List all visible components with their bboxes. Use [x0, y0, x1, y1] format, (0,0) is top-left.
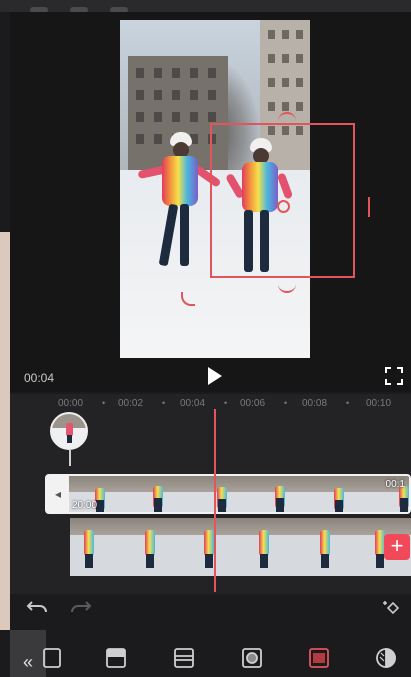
keyframe-stem [69, 450, 71, 466]
keyframe-thumbnail-image [52, 414, 86, 448]
ruler-tick-0: 00:00 [58, 398, 84, 409]
keyframe-thumbnail[interactable] [50, 412, 88, 450]
mask-width-handle[interactable] [368, 197, 370, 217]
track-duration: 00:1 [385, 479, 405, 490]
mask-center-handle[interactable] [277, 200, 290, 213]
play-icon [208, 367, 222, 385]
mask-top-icon [106, 648, 126, 668]
playhead[interactable] [214, 409, 216, 592]
play-button[interactable] [206, 366, 224, 386]
mask-circle-icon [242, 648, 262, 668]
main-video-track[interactable]: ◂ 20:00 00:1 [45, 474, 411, 514]
add-clip-button[interactable]: + [384, 534, 410, 560]
ruler-dot: • [224, 398, 228, 408]
mask-band-icon [174, 648, 194, 668]
mask-top-button[interactable] [104, 646, 128, 670]
fullscreen-button[interactable] [385, 367, 403, 385]
mask-rect-icon [309, 648, 329, 668]
timeline-panel[interactable]: 00:00 • 00:02 • 00:04 • 00:06 • 00:08 • … [10, 394, 411, 594]
ruler-dot: • [162, 398, 166, 408]
ruler-dot: • [284, 398, 288, 408]
redo-icon [71, 601, 92, 613]
add-keyframe-button[interactable] [382, 600, 404, 616]
time-ruler[interactable]: 00:00 • 00:02 • 00:04 • 00:06 • 00:08 • … [10, 394, 411, 412]
mask-split-icon [43, 648, 61, 668]
ruler-dot: • [346, 398, 350, 408]
ruler-tick-5: 00:10 [366, 398, 392, 409]
ruler-dot: • [102, 398, 106, 408]
track-left-label: 20:00 [72, 500, 98, 511]
fullscreen-icon [385, 367, 403, 385]
background-edge [0, 232, 10, 677]
mask-half-icon [376, 648, 396, 668]
secondary-video-track[interactable] [70, 518, 411, 576]
top-status-strip [0, 0, 411, 13]
mask-split-button[interactable] [40, 646, 64, 670]
ruler-tick-4: 00:08 [302, 398, 328, 409]
top-strip-dots [30, 0, 170, 13]
ruler-tick-2: 00:04 [180, 398, 206, 409]
undo-button[interactable] [26, 600, 48, 616]
undo-icon [26, 601, 47, 613]
ruler-tick-1: 00:02 [118, 398, 144, 409]
redo-button[interactable] [70, 600, 92, 616]
ruler-tick-3: 00:06 [240, 398, 266, 409]
track-trim-handle[interactable]: ◂ [47, 476, 69, 512]
keyframe-add-icon [383, 601, 400, 615]
mask-rect-button[interactable] [307, 646, 331, 670]
bottom-toolbar: « [0, 630, 411, 677]
mask-band-button[interactable] [172, 646, 196, 670]
current-time: 00:04 [24, 371, 55, 385]
mask-half-button[interactable] [374, 646, 398, 670]
mask-circle-button[interactable] [240, 646, 264, 670]
